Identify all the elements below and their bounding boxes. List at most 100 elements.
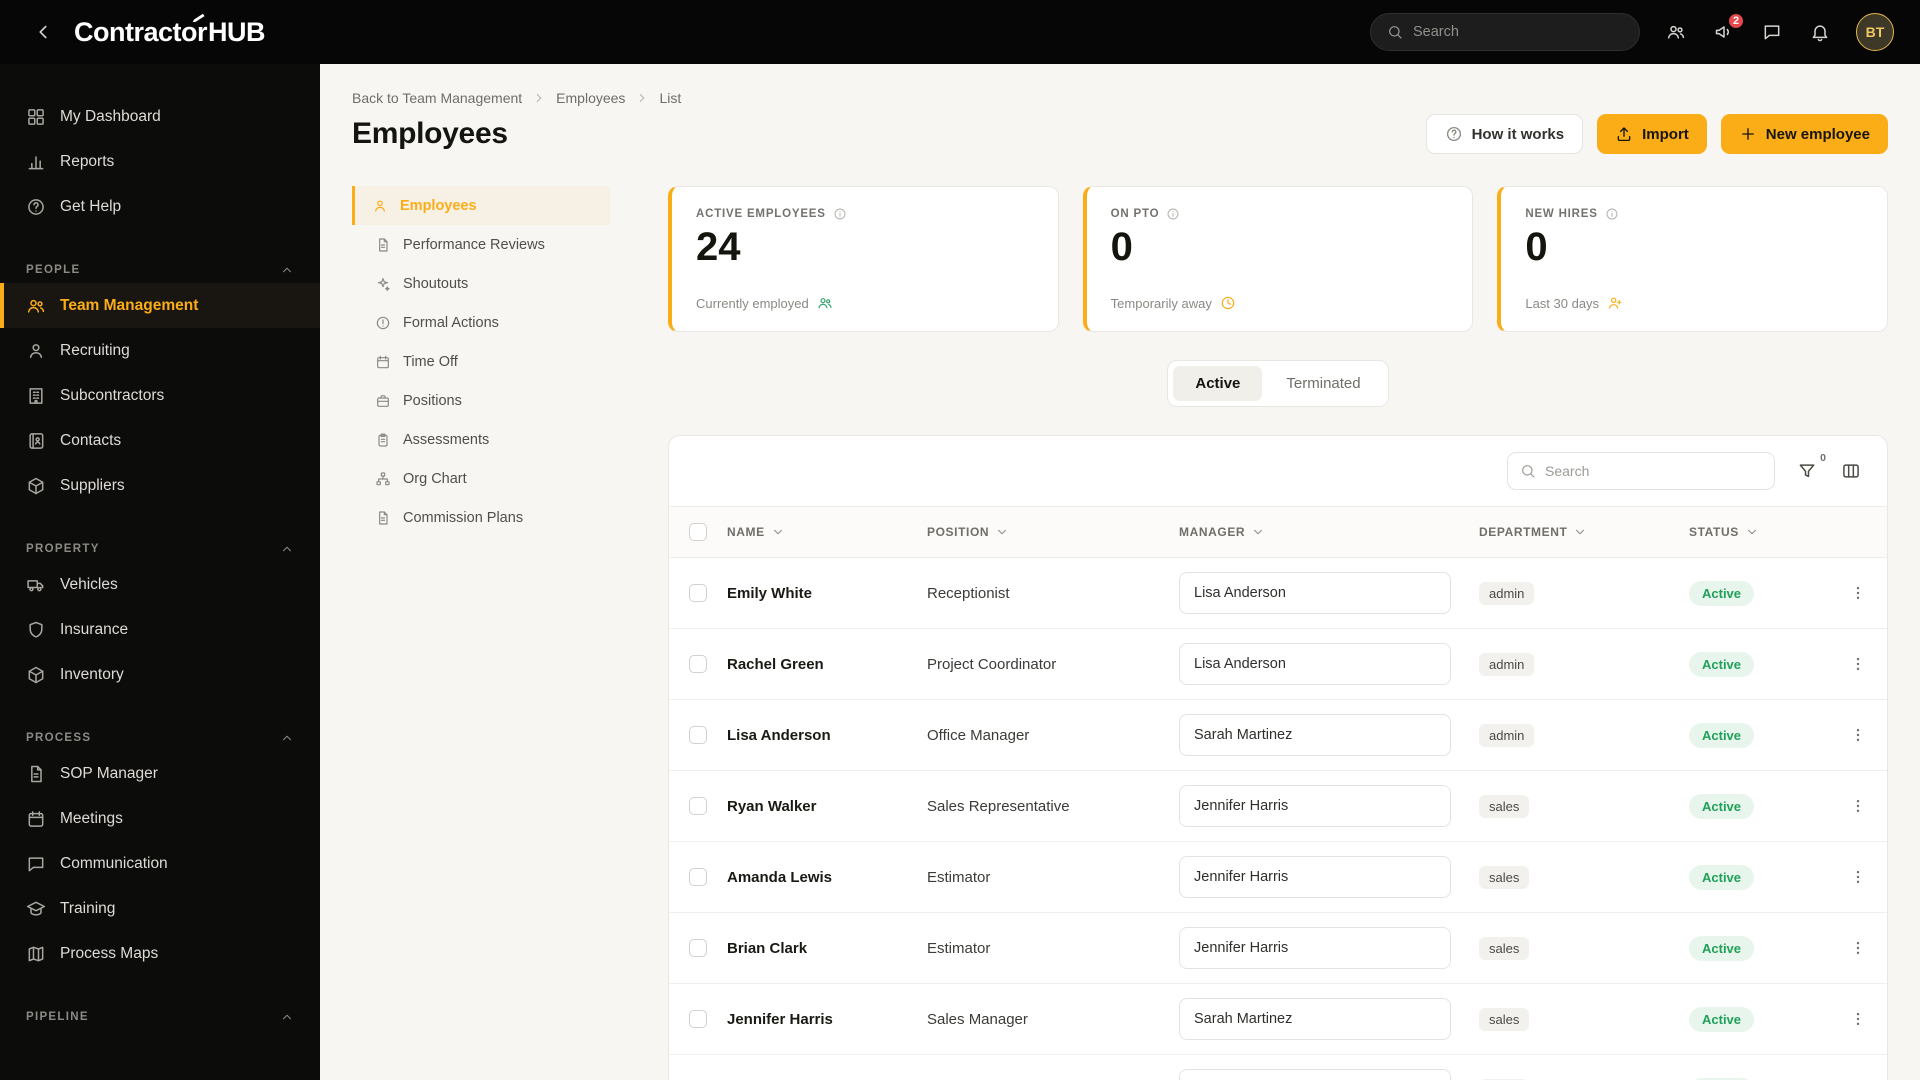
status-badge: Active: [1689, 793, 1755, 819]
notification-badge: 2: [1727, 12, 1745, 30]
row-checkbox[interactable]: [689, 939, 707, 957]
avatar[interactable]: BT: [1856, 13, 1894, 51]
column-header-name[interactable]: NAME: [727, 525, 927, 539]
breadcrumb-current: List: [659, 90, 682, 106]
sort-icon: [995, 525, 1009, 539]
sidebar-item-my-dashboard[interactable]: My Dashboard: [0, 94, 320, 139]
sidebar-section-people[interactable]: PEOPLE: [26, 263, 294, 277]
info-icon[interactable]: [1166, 207, 1180, 221]
subnav-item-time-off[interactable]: Time Off: [352, 342, 610, 381]
sidebar-item-reports[interactable]: Reports: [0, 139, 320, 184]
manager-select[interactable]: Lisa Anderson: [1179, 572, 1451, 614]
row-actions-button[interactable]: [1829, 797, 1887, 815]
import-button[interactable]: Import: [1597, 114, 1707, 154]
status-tabs: Active Terminated: [1167, 360, 1389, 407]
brand-logo[interactable]: Contractor HUB: [74, 17, 266, 48]
sidebar-item-contacts[interactable]: Contacts: [0, 418, 320, 463]
subnav-item-commission-plans[interactable]: Commission Plans: [352, 498, 610, 537]
filter-count: 0: [1820, 452, 1826, 464]
tab-active[interactable]: Active: [1173, 366, 1263, 401]
row-checkbox[interactable]: [689, 726, 707, 744]
employee-name[interactable]: Emily White: [727, 585, 927, 602]
stat-label: ACTIVE EMPLOYEES: [696, 208, 826, 220]
sidebar-item-suppliers[interactable]: Suppliers: [0, 463, 320, 508]
table-search[interactable]: [1507, 452, 1775, 490]
sidebar-item-team-management[interactable]: Team Management: [0, 283, 320, 328]
sidebar-item-training[interactable]: Training: [0, 886, 320, 931]
sidebar-item-recruiting[interactable]: Recruiting: [0, 328, 320, 373]
row-actions-button[interactable]: [1829, 655, 1887, 673]
manager-select[interactable]: Sarah Martinez: [1179, 998, 1451, 1040]
sidebar-item-vehicles[interactable]: Vehicles: [0, 562, 320, 607]
filter-button[interactable]: 0: [1795, 452, 1826, 483]
search-icon: [1520, 463, 1536, 479]
breadcrumb-employees-link[interactable]: Employees: [556, 90, 625, 106]
sidebar-item-sop-manager[interactable]: SOP Manager: [0, 751, 320, 796]
document-icon: [375, 237, 391, 253]
how-it-works-button[interactable]: How it works: [1425, 114, 1584, 154]
employee-name[interactable]: Lisa Anderson: [727, 727, 927, 744]
row-checkbox[interactable]: [689, 584, 707, 602]
sidebar-section-process[interactable]: PROCESS: [26, 731, 294, 745]
sidebar-item-meetings[interactable]: Meetings: [0, 796, 320, 841]
users-icon-button[interactable]: [1664, 20, 1688, 44]
subnav-item-employees[interactable]: Employees: [352, 186, 610, 225]
row-actions-button[interactable]: [1829, 939, 1887, 957]
subnav-item-formal-actions[interactable]: Formal Actions: [352, 303, 610, 342]
row-actions-button[interactable]: [1829, 868, 1887, 886]
subnav-item-org-chart[interactable]: Org Chart: [352, 459, 610, 498]
select-all-checkbox[interactable]: [689, 523, 707, 541]
chevron-up-icon: [280, 542, 294, 556]
global-search[interactable]: [1370, 13, 1640, 51]
manager-select[interactable]: Sarah Martinez: [1179, 714, 1451, 756]
row-actions-button[interactable]: [1829, 1010, 1887, 1028]
page-title: Employees: [352, 117, 508, 150]
back-button[interactable]: [26, 15, 60, 49]
employee-name[interactable]: Amanda Lewis: [727, 869, 927, 886]
column-header-position[interactable]: POSITION: [927, 525, 1179, 539]
info-icon[interactable]: [833, 207, 847, 221]
subnav-item-performance-reviews[interactable]: Performance Reviews: [352, 225, 610, 264]
row-checkbox[interactable]: [689, 868, 707, 886]
sidebar-section-pipeline[interactable]: PIPELINE: [26, 1010, 294, 1024]
subnav-item-shoutouts[interactable]: Shoutouts: [352, 264, 610, 303]
sidebar-section-property[interactable]: PROPERTY: [26, 542, 294, 556]
breadcrumb-back-link[interactable]: Back to Team Management: [352, 90, 522, 106]
column-header-department[interactable]: DEPARTMENT: [1479, 525, 1689, 539]
new-employee-button[interactable]: New employee: [1720, 114, 1888, 154]
employee-name[interactable]: Ryan Walker: [727, 798, 927, 815]
column-header-status[interactable]: STATUS: [1689, 525, 1829, 539]
employee-name[interactable]: Brian Clark: [727, 940, 927, 957]
manager-select[interactable]: Jennifer Harris: [1179, 856, 1451, 898]
row-actions-button[interactable]: [1829, 584, 1887, 602]
subnav-item-assessments[interactable]: Assessments: [352, 420, 610, 459]
columns-button[interactable]: [1839, 459, 1863, 483]
megaphone-icon-button[interactable]: 2: [1712, 12, 1745, 44]
manager-select[interactable]: Jennifer Harris: [1179, 785, 1451, 827]
row-actions-button[interactable]: [1829, 726, 1887, 744]
row-checkbox[interactable]: [689, 655, 707, 673]
tab-terminated[interactable]: Terminated: [1264, 366, 1382, 401]
sidebar-item-subcontractors[interactable]: Subcontractors: [0, 373, 320, 418]
manager-select[interactable]: Jennifer Harris: [1179, 927, 1451, 969]
employee-name[interactable]: Jennifer Harris: [727, 1011, 927, 1028]
global-search-input[interactable]: [1413, 24, 1623, 40]
sidebar-item-insurance[interactable]: Insurance: [0, 607, 320, 652]
sidebar-item-inventory[interactable]: Inventory: [0, 652, 320, 697]
department-chip: sales: [1479, 865, 1530, 889]
chat-icon-button[interactable]: [1760, 20, 1784, 44]
subnav-item-positions[interactable]: Positions: [352, 381, 610, 420]
employee-name[interactable]: Rachel Green: [727, 656, 927, 673]
sidebar-item-communication[interactable]: Communication: [0, 841, 320, 886]
row-checkbox[interactable]: [689, 1010, 707, 1028]
column-header-manager[interactable]: MANAGER: [1179, 525, 1479, 539]
row-checkbox[interactable]: [689, 797, 707, 815]
sidebar-item-get-help[interactable]: Get Help: [0, 184, 320, 229]
table-search-input[interactable]: [1545, 463, 1762, 479]
manager-select[interactable]: Sarah Martinez: [1179, 1069, 1451, 1080]
manager-select[interactable]: Lisa Anderson: [1179, 643, 1451, 685]
sidebar-item-process-maps[interactable]: Process Maps: [0, 931, 320, 976]
bell-icon-button[interactable]: [1808, 20, 1832, 44]
info-icon[interactable]: [1605, 207, 1619, 221]
table-row: Emily White Receptionist Lisa Anderson a…: [669, 558, 1887, 629]
